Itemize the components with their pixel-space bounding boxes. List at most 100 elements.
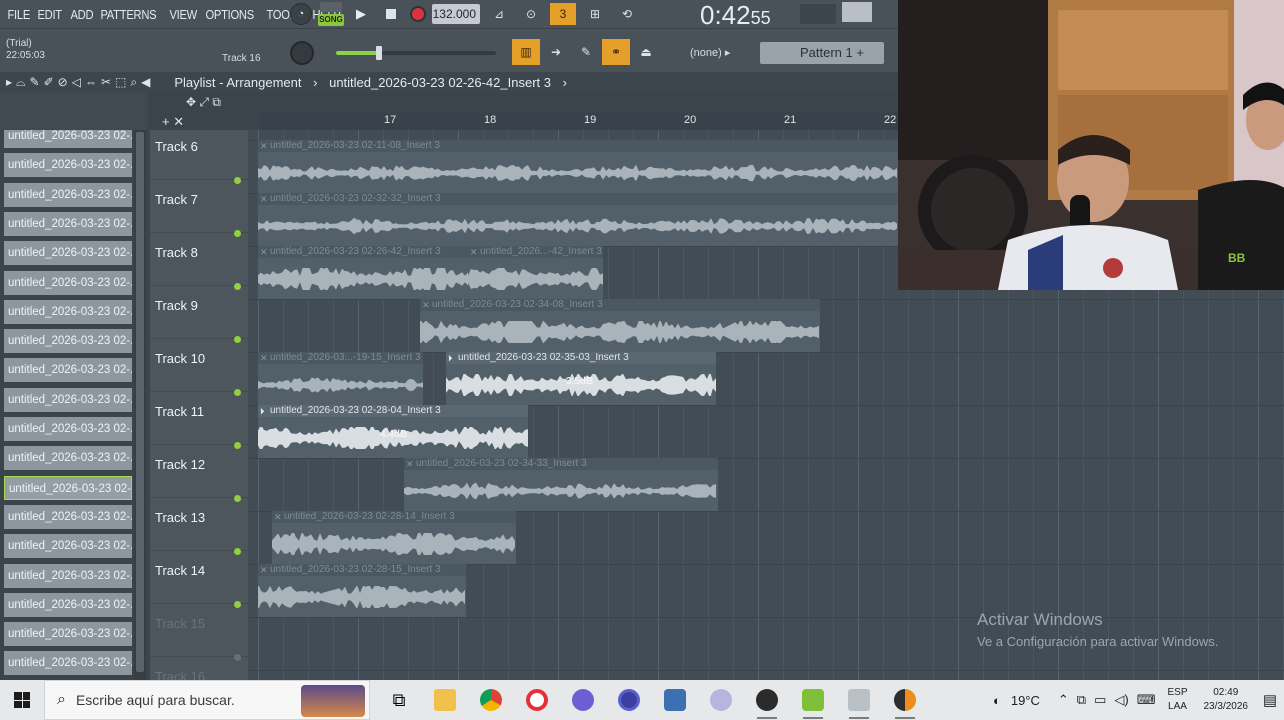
browser-icon[interactable]: ✎ [572,39,600,65]
keyboard-icon[interactable]: ⌨ [1137,692,1156,708]
browser-clip-item[interactable]: untitled_2026-03-23 02-... [4,387,132,412]
browser-clip-item[interactable]: untitled_2026-03-23 02-... [4,182,132,207]
browser-scroll-thumb[interactable] [136,132,144,672]
audio-clip[interactable]: untitled_2026-03-23 02-35-03_Insert 3 3.5… [446,352,716,405]
chrome-icon[interactable] [468,680,514,720]
browser-clip-item[interactable]: untitled_2026-03-23 02-... [4,651,132,676]
obs-icon[interactable] [606,680,652,720]
pencil-icon[interactable]: ✎ [30,75,40,90]
file-explorer-icon[interactable] [422,680,468,720]
start-button[interactable] [0,680,44,720]
browser-clip-item[interactable]: untitled_2026-03-23 02-... [4,299,132,324]
magnet-icon[interactable]: ⌓ [16,75,26,90]
select-icon[interactable]: ⬚ [115,75,126,90]
browser-clip-item[interactable]: untitled_2026-03-23 02-... [4,534,132,559]
browser-clip-item[interactable]: untitled_2026-03-23 02-... [4,475,132,500]
track-header[interactable]: Track 14 [150,551,248,608]
fl-studio-icon[interactable] [882,680,928,720]
track-header[interactable]: Track 12 [150,445,248,502]
loop-icon[interactable]: ◔ [290,3,312,25]
record-icon[interactable] [410,6,426,22]
discord-icon[interactable] [560,680,606,720]
notification-icon[interactable]: ▤ [1256,691,1284,709]
track-header[interactable]: Track 11 [150,392,248,449]
loop-record-icon[interactable]: ⟲ [614,3,640,25]
step-edit-icon[interactable]: ⊞ [582,3,608,25]
taskbar-clock[interactable]: 02:49 23/3/2026 [1204,686,1249,714]
browser-clip-item[interactable]: untitled_2026-03-23 02-... [4,329,132,354]
recorder-icon[interactable] [744,680,790,720]
weather-temp[interactable]: 19°C [1011,693,1040,708]
song-mode-toggle[interactable]: SONG [318,2,344,26]
piano-roll-icon[interactable]: ➜ [542,39,570,65]
playlist-icon[interactable]: ▥ [512,39,540,65]
menu-edit[interactable]: EDIT [34,7,65,22]
metronome-icon[interactable]: ⊿ [486,3,512,25]
mute-icon[interactable]: ◁ [72,75,81,90]
menu-options[interactable]: OPTIONS [202,7,257,22]
photos-icon[interactable] [836,680,882,720]
countdown-icon[interactable]: 3 [550,3,576,25]
weather-icon[interactable]: ◐ [993,693,1001,708]
wait-input-icon[interactable]: ⊙ [518,3,544,25]
browser-scrollbar[interactable] [134,130,146,680]
menu-patterns[interactable]: PATTERNS [97,7,160,22]
browser-clip-item[interactable]: untitled_2026-03-23 02-... [4,417,132,441]
audio-clip[interactable]: untitled_2026-03-23 02-11-08_Insert 3 [258,140,898,193]
browser-clip-item[interactable]: untitled_2026-03-23 02-... [4,130,132,148]
audio-clip[interactable]: untitled_2026-03-23 02-28-15_Insert 3 [258,564,466,617]
volume-thumb[interactable] [376,46,382,60]
taskbar-search[interactable]: ⌕ Escribe aquí para buscar. [44,680,370,720]
stop-icon[interactable] [386,9,396,19]
track-header[interactable]: Track 7 [150,180,248,237]
audio-clip[interactable]: untitled_2026-03-23 02-32-32_Insert 3 [258,193,898,246]
track-header[interactable]: Track 13 [150,498,248,555]
language-indicator[interactable]: ESP LAA [1167,686,1187,714]
link-icon[interactable]: ⚭ [602,39,630,65]
playback-icon[interactable]: ◀ [141,75,150,90]
volume-icon[interactable]: ◁) [1114,692,1128,708]
browser-clip-item[interactable]: untitled_2026-03-23 02-... [4,446,132,471]
browser-clip-item[interactable]: untitled_2026-03-23 02-... [4,622,132,647]
pattern-selector[interactable]: Pattern 1 + [760,42,884,64]
browser-clip-item[interactable]: untitled_2026-03-23 02-... [4,153,132,178]
browser-clip-item[interactable]: untitled_2026-03-23 02-... [4,358,132,383]
audio-clip[interactable]: untitled_2026-03-23 02-34-08_Insert 3 [420,299,820,352]
track-header[interactable]: Track 6 [150,127,248,184]
track-header[interactable]: Track 15 [150,604,248,661]
audio-clip[interactable]: untitled_2026-03-23 02-28-14_Insert 3 [272,511,516,564]
menu-view[interactable]: VIEW [166,7,200,22]
snap-select[interactable]: (none) ▸ [686,42,746,64]
brush-icon[interactable]: ✐ [44,75,54,90]
zoom-icon[interactable]: ⌕ [130,75,137,90]
audio-clip[interactable]: untitled_2026-03-23 02-26-42_Insert 3 [258,246,468,299]
track-header[interactable]: Track 10 [150,339,248,396]
browser-clip-item[interactable]: untitled_2026-03-23 02-... [4,270,132,295]
browser-clip-item[interactable]: untitled_2026-03-23 02-... [4,211,132,236]
display-icon[interactable]: ▭ [1094,692,1106,708]
network-icon[interactable]: ⧉ [1077,692,1086,708]
slip-icon[interactable]: ⇔ [85,75,97,90]
track-header[interactable]: Track 8 [150,233,248,290]
browser-clip-item[interactable]: untitled_2026-03-23 02-... [4,563,132,588]
browser-clip-item[interactable]: untitled_2026-03-23 02-... [4,504,132,529]
pan-icon[interactable]: ✥ ⤢ ⧉ [186,95,221,110]
browser-clip-item[interactable]: untitled_2026-03-23 02-... [4,241,132,266]
master-volume-slider[interactable] [336,46,496,60]
opera-icon[interactable] [514,680,560,720]
audio-clip[interactable]: untitled_2026-03...-19-15_Insert 3 [258,352,423,405]
tempo-display[interactable]: 132.000 [432,4,480,24]
chevron-up-icon[interactable]: ⌃ [1058,692,1069,708]
menu-file[interactable]: FILE [4,7,33,22]
audio-clip[interactable]: untitled_2026-03-23 02-34-33_Insert 3 [404,458,718,511]
browser-clip-item[interactable]: untitled_2026-03-23 02-... [4,592,132,617]
delete-icon[interactable]: ⊘ [58,75,68,90]
audio-clip[interactable]: untitled_2026-03-23 02-28-04_Insert 3 4.4… [258,405,528,458]
play-icon[interactable]: ▶ [350,6,372,22]
audio-clip[interactable]: untitled_2026...-42_Insert 3 [468,246,603,299]
menu-add[interactable]: ADD [67,7,97,22]
arrow-icon[interactable]: ▸ [6,75,12,90]
android-icon[interactable] [790,680,836,720]
plugin-icon[interactable]: ⏏ [632,39,660,65]
bar-ruler[interactable]: 17 18 19 20 21 22 [260,112,900,130]
